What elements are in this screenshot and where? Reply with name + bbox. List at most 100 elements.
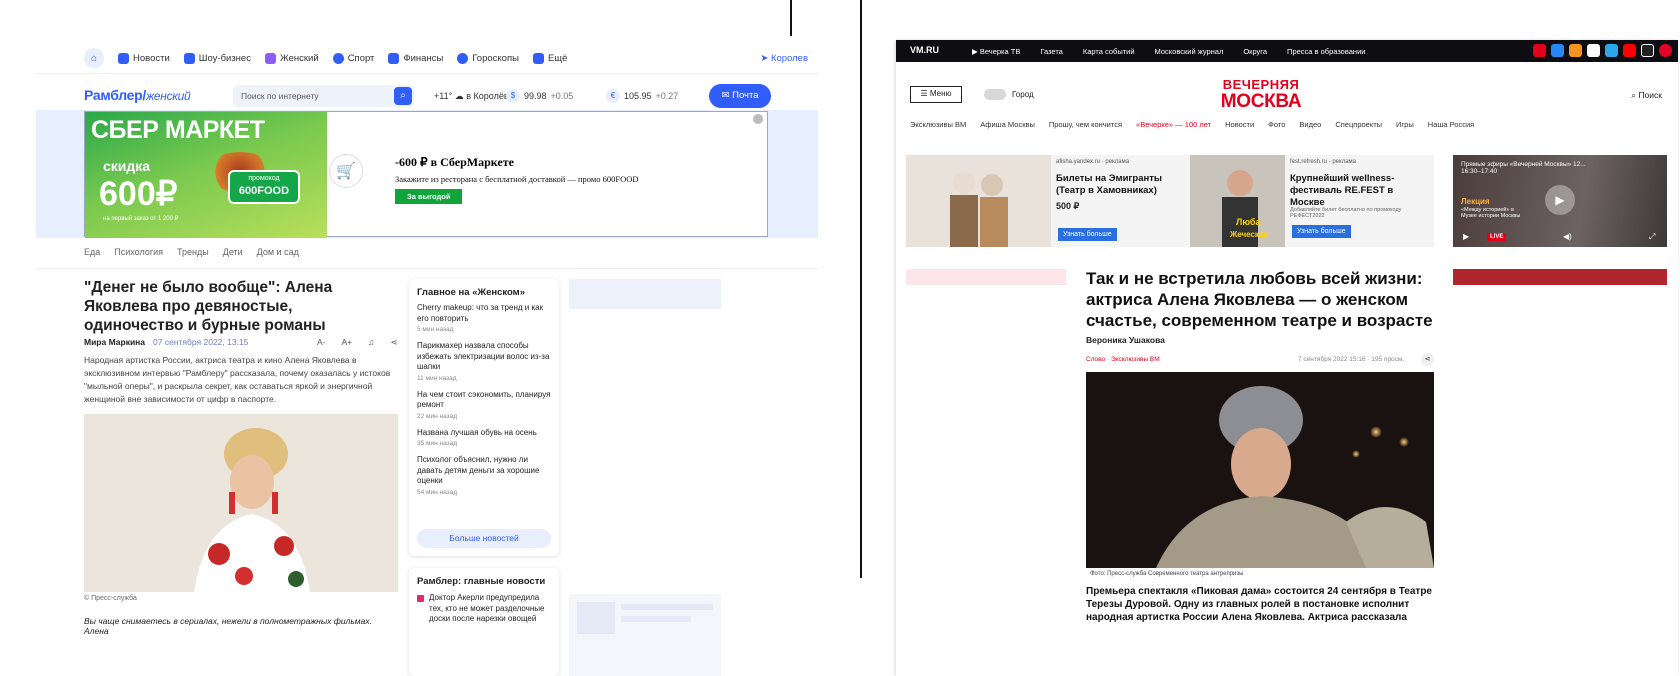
mail-button[interactable]: ✉ Почта — [709, 84, 771, 108]
article-photo[interactable] — [1086, 372, 1434, 568]
divider — [36, 268, 818, 269]
top-link[interactable]: Газета — [1040, 47, 1063, 56]
section-link[interactable]: Видео — [1299, 120, 1321, 129]
nav-showbiz[interactable]: Шоу-бизнес — [183, 52, 251, 64]
fullscreen-icon[interactable]: ⤢ — [1649, 232, 1655, 242]
weather-temp: +11° — [434, 91, 453, 101]
sidebar-news-link[interactable]: На чем стоит сэкономить, планируя ремонт — [417, 390, 551, 411]
nav-horoscope[interactable]: Гороскопы — [457, 52, 519, 64]
section-link[interactable]: Игры — [1396, 120, 1414, 129]
zen-icon[interactable] — [1587, 44, 1600, 57]
share-icon[interactable]: ⋖ — [391, 337, 398, 348]
women-main-sidebar: Главное на «Женском» Cherry makeup: что … — [409, 279, 559, 556]
top-link-tv[interactable]: ▶ Вечерка ТВ — [972, 47, 1020, 56]
vm-top-menu: ▶ Вечерка ТВ Газета Карта событий Москов… — [972, 47, 1365, 56]
section-link[interactable]: Прошу, чем кончится — [1049, 120, 1122, 129]
live-video-player[interactable]: Прямые эфиры «Вечерней Москвы» 12... 16:3… — [1453, 155, 1667, 247]
nav-more[interactable]: Ещё — [532, 52, 567, 64]
section-link[interactable]: Эксклюзивы ВМ — [910, 120, 966, 129]
vm-main-logo[interactable]: ВЕЧЕРНЯЯ МОСКВА — [1206, 76, 1316, 111]
category-link[interactable]: Еда — [84, 247, 100, 257]
search-input[interactable]: Поиск по интернету ⌕ — [233, 85, 414, 107]
dollar-icon: $ — [506, 89, 520, 103]
top-link[interactable]: Карта событий — [1083, 47, 1135, 56]
section-link[interactable]: Афиша Москвы — [980, 120, 1035, 129]
article-author[interactable]: Вероника Ушакова — [1086, 335, 1165, 345]
nav-finance[interactable]: Финансы — [388, 52, 443, 64]
top-link[interactable]: Пресса в образовании — [1287, 47, 1365, 56]
sidebar-news-time: 35 мин назад — [417, 440, 458, 447]
section-link[interactable]: Фото — [1268, 120, 1285, 129]
headphones-icon[interactable]: ♫ — [368, 337, 374, 348]
font-increase-button[interactable]: A+ — [342, 337, 353, 348]
ok-icon[interactable] — [1569, 44, 1582, 57]
ad-card-theatre[interactable]: afisha.yandex.ru · реклама Билеты на Эми… — [906, 155, 1186, 247]
usd-rate[interactable]: $99.98 +0.05 — [506, 89, 573, 103]
category-link[interactable]: Дом и сад — [257, 247, 299, 257]
ad-card-fest[interactable]: Люба Жеческая fest.refresh.ru · реклама … — [1190, 155, 1434, 247]
play-small-icon[interactable]: ▶ — [1463, 232, 1469, 241]
ad-info-icon[interactable] — [753, 114, 763, 124]
sidebar-news-link[interactable]: Cherry makeup: что за тренд и как его по… — [417, 303, 551, 324]
city-toggle[interactable] — [984, 89, 1006, 100]
rambler-page: ⌂ Новости Шоу-бизнес Женский Спорт Финан… — [36, 36, 818, 676]
ad-title: Билеты на Эмигранты (Театр в Хамовниках) — [1056, 173, 1162, 196]
play-icon[interactable]: ▶ — [1545, 185, 1575, 215]
section-link[interactable]: «Вечерке» — 100 лет — [1136, 120, 1211, 129]
article-photo-art — [1086, 372, 1434, 568]
sidebar-news-link[interactable]: Психолог объяснил, нужно ли давать детям… — [417, 455, 551, 487]
more-news-button[interactable]: Больше новостей — [417, 529, 551, 548]
home-icon[interactable]: ⌂ — [84, 48, 104, 68]
sidebar-news-link[interactable]: Названа лучшая обувь на осень — [417, 428, 551, 439]
top-link[interactable]: Московский журнал — [1155, 47, 1224, 56]
section-link[interactable]: Новости — [1225, 120, 1254, 129]
top-link[interactable]: Округа — [1243, 47, 1267, 56]
rubric-link[interactable]: Слово — [1086, 356, 1105, 363]
weather-widget[interactable]: +11° ☁ в Королёве — [434, 91, 514, 102]
ad-button[interactable]: Узнать больше — [1292, 225, 1351, 238]
section-link[interactable]: Спецпроекты — [1335, 120, 1382, 129]
section-link[interactable]: Наша Россия — [1428, 120, 1474, 129]
sidebar-news-link[interactable]: Парикмахер назвала способы избежать элек… — [417, 341, 551, 373]
usd-value: 99.98 — [524, 91, 547, 101]
menu-button[interactable]: ☰ Меню — [910, 86, 962, 103]
volume-icon[interactable]: ◀) — [1563, 232, 1572, 241]
nav-news[interactable]: Новости — [118, 52, 170, 64]
rambler-logo[interactable]: Рамблер/женский — [84, 87, 191, 103]
article-photo[interactable] — [84, 414, 398, 592]
search-placeholder: Поиск по интернету — [241, 91, 319, 101]
search-label: Поиск — [1638, 90, 1662, 100]
ad-banner[interactable]: СБЕР МАРКЕТ скидка 600₽ на первый заказ … — [84, 111, 768, 238]
top-link-label: Вечерка ТВ — [979, 47, 1021, 56]
article-author[interactable]: Мира Маркина — [84, 337, 145, 347]
pinterest-icon[interactable] — [1659, 44, 1672, 57]
font-decrease-button[interactable]: A- — [317, 337, 326, 348]
share-icon[interactable]: ⋖ — [1421, 353, 1434, 366]
live-badge: LIVE — [1487, 233, 1507, 241]
nav-sport[interactable]: Спорт — [332, 52, 374, 64]
vm-logo[interactable]: VM.RU — [910, 45, 939, 55]
sidebar-news-time: 5 мин назад — [417, 326, 454, 333]
ad-button[interactable]: Узнать больше — [1058, 228, 1117, 241]
nav-women[interactable]: Женский — [264, 52, 319, 64]
search-icon[interactable]: ⌕ — [394, 87, 412, 105]
article-meta: Мира Маркина 07 сентября 2022, 13:15 — [84, 337, 248, 347]
eur-rate[interactable]: €105.95 +0.27 — [606, 89, 678, 103]
tiktok-icon[interactable] — [1533, 44, 1546, 57]
sidebar-news-link[interactable]: Доктор Акерли предупредила тех, кто не м… — [417, 593, 551, 625]
search-button[interactable]: ⌕ Поиск — [1631, 90, 1662, 101]
rubric-link[interactable]: Эксклюзивы ВМ — [1111, 356, 1160, 363]
promo-code: 600FOOD — [238, 185, 290, 197]
location-link[interactable]: ➤ Королев — [760, 53, 808, 64]
rutube-icon[interactable] — [1641, 44, 1654, 57]
telegram-icon[interactable] — [1605, 44, 1618, 57]
article-photo-art — [84, 414, 398, 592]
ad-brand: СБЕР МАРКЕТ — [91, 116, 265, 144]
vk-icon[interactable] — [1551, 44, 1564, 57]
category-link[interactable]: Дети — [223, 247, 243, 257]
nav-label: Гороскопы — [472, 52, 519, 64]
category-link[interactable]: Тренды — [177, 247, 209, 257]
youtube-icon[interactable] — [1623, 44, 1636, 57]
category-link[interactable]: Психология — [114, 247, 163, 257]
ad-button[interactable]: За выгодой — [395, 189, 463, 204]
